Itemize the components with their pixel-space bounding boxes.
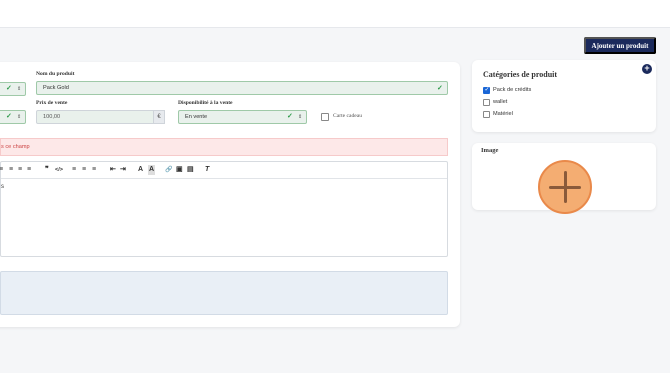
image-title: Image — [481, 147, 499, 154]
align-justify-icon[interactable]: ≡ — [27, 165, 31, 175]
add-category-icon[interactable]: + — [642, 64, 652, 74]
upload-image-button[interactable] — [538, 160, 592, 214]
outdent-icon[interactable]: ⇤ — [110, 165, 116, 175]
partial-select-2[interactable] — [0, 110, 26, 124]
category-label: Matériel — [493, 111, 513, 117]
valid-check-icon: ✓ — [287, 113, 293, 120]
text-color-icon[interactable]: A — [138, 165, 143, 175]
valid-check-icon: ✓ — [437, 85, 443, 92]
valid-check-icon: ✓ — [6, 113, 12, 120]
indent-icon[interactable]: ⇥ — [120, 165, 126, 175]
clear-format-icon[interactable]: T — [205, 165, 209, 175]
validation-error: s ce champ — [0, 138, 448, 156]
top-bar — [0, 0, 670, 28]
gift-card-label: Carte cadeau — [333, 113, 363, 119]
valid-check-icon: ✓ — [6, 85, 12, 92]
category-label: wallet — [493, 99, 508, 105]
check-list-icon[interactable]: ≡ — [92, 165, 96, 175]
bullet-list-icon[interactable]: ≡ — [82, 165, 86, 175]
category-checkbox[interactable] — [483, 86, 490, 94]
link-icon[interactable]: 🔗 — [165, 165, 172, 175]
product-name-input[interactable]: Pack Gold — [36, 81, 448, 95]
currency-addon: € — [154, 110, 165, 124]
editor-content: s — [1, 184, 4, 190]
background-color-icon[interactable]: A — [148, 165, 156, 175]
error-text: s ce champ — [1, 144, 30, 150]
price-input[interactable]: 100,00 — [36, 110, 154, 124]
info-panel — [0, 271, 448, 315]
chevron-updown-icon: ⇕ — [298, 114, 303, 120]
category-checkbox[interactable] — [483, 99, 490, 106]
category-checkbox[interactable] — [483, 111, 490, 118]
code-icon[interactable]: </> — [55, 165, 63, 175]
ordered-list-icon[interactable]: ≡ — [72, 165, 76, 175]
plus-icon — [564, 171, 567, 203]
availability-label: Disponibilité à la vente — [178, 100, 233, 106]
partial-select-1[interactable] — [0, 82, 26, 96]
chevron-updown-icon: ⇕ — [17, 114, 22, 120]
description-editor[interactable]: ≡ ≡ ≡ ≡ ❞ </> ≡ ≡ ≡ ⇤ ⇥ A A 🔗 ▣ ▤ T s — [0, 161, 448, 257]
editor-toolbar: ≡ ≡ ≡ ≡ ❞ </> ≡ ≡ ≡ ⇤ ⇥ A A 🔗 ▣ ▤ T — [0, 162, 447, 179]
align-left-icon[interactable]: ≡ — [9, 165, 13, 175]
gift-card-checkbox[interactable] — [321, 113, 329, 121]
price-label: Prix de vente — [36, 100, 68, 106]
add-product-button[interactable]: Ajouter un produit — [584, 37, 656, 54]
quote-icon[interactable]: ❞ — [45, 165, 49, 175]
align-right-icon[interactable]: ≡ — [18, 165, 22, 175]
product-name-label: Nom du produit — [36, 71, 75, 77]
align-center-icon[interactable]: ≡ — [0, 165, 3, 175]
categories-title: Catégories de produit — [483, 70, 558, 79]
category-label: Pack de crédits — [493, 87, 532, 93]
chevron-updown-icon: ⇕ — [17, 86, 22, 92]
video-icon[interactable]: ▤ — [187, 165, 194, 175]
image-icon[interactable]: ▣ — [176, 165, 183, 175]
